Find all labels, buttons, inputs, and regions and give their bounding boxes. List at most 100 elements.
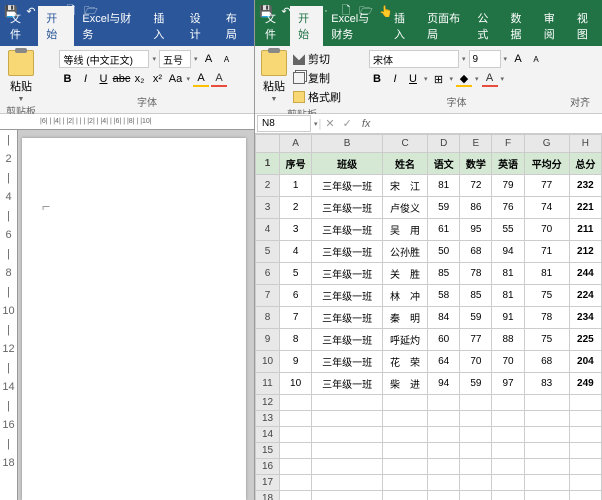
cell[interactable] [492, 491, 524, 500]
cell[interactable]: 三年级一班 [312, 307, 383, 329]
row-header[interactable]: 9 [256, 329, 280, 351]
col-header[interactable]: A [280, 135, 312, 153]
chevron-down-icon[interactable]: ▾ [423, 75, 429, 83]
font-color-button[interactable]: A [211, 71, 227, 87]
header-cell[interactable]: 总分 [569, 153, 601, 175]
row-header[interactable]: 18 [256, 491, 280, 500]
cell[interactable]: 60 [428, 329, 460, 351]
cell[interactable]: 林 冲 [383, 285, 428, 307]
cell[interactable] [460, 427, 492, 443]
cell[interactable]: 3 [280, 219, 312, 241]
grow-font-icon[interactable]: A [201, 51, 217, 67]
cell[interactable] [428, 443, 460, 459]
cell[interactable]: 95 [460, 219, 492, 241]
bold-button[interactable]: B [59, 71, 75, 87]
cell[interactable] [383, 411, 428, 427]
cell[interactable]: 91 [492, 307, 524, 329]
cell[interactable]: 三年级一班 [312, 373, 383, 395]
cell[interactable]: 三年级一班 [312, 329, 383, 351]
tab-3[interactable]: 插入 [386, 6, 419, 46]
superscript-button[interactable]: x² [149, 71, 165, 87]
cell[interactable]: 5 [280, 263, 312, 285]
cell[interactable]: 68 [460, 241, 492, 263]
cell[interactable]: 77 [524, 175, 569, 197]
cell[interactable]: 81 [492, 263, 524, 285]
cell[interactable]: 公孙胜 [383, 241, 428, 263]
cell[interactable]: 花 荣 [383, 351, 428, 373]
header-cell[interactable]: 数学 [460, 153, 492, 175]
cell[interactable] [460, 395, 492, 411]
cell[interactable] [383, 491, 428, 500]
tab-1[interactable]: 开始 [38, 6, 74, 46]
row-header[interactable]: 2 [256, 175, 280, 197]
cell[interactable] [383, 459, 428, 475]
chevron-down-icon[interactable]: ▾ [185, 75, 191, 83]
cell[interactable]: 234 [569, 307, 601, 329]
cell[interactable] [383, 443, 428, 459]
cell[interactable] [569, 491, 601, 500]
tab-4[interactable]: 页面布局 [419, 6, 469, 46]
chevron-down-icon[interactable]: ▾ [461, 55, 467, 63]
cell[interactable] [312, 459, 383, 475]
cell[interactable] [569, 459, 601, 475]
name-box[interactable] [257, 115, 311, 132]
cell[interactable]: 221 [569, 197, 601, 219]
cell[interactable]: 三年级一班 [312, 263, 383, 285]
shrink-font-icon[interactable]: A [219, 51, 235, 67]
cell[interactable]: 86 [460, 197, 492, 219]
border-button[interactable]: ⊞ [431, 71, 447, 87]
fx-icon[interactable]: fx [356, 118, 377, 130]
highlight-button[interactable]: A [193, 71, 209, 87]
cell[interactable] [524, 395, 569, 411]
italic-button[interactable]: I [387, 71, 403, 87]
col-header[interactable]: H [569, 135, 601, 153]
cell[interactable] [312, 427, 383, 443]
tab-0[interactable]: 文件 [257, 6, 290, 46]
cell[interactable] [280, 411, 312, 427]
row-header[interactable]: 4 [256, 219, 280, 241]
document-page[interactable]: ⌐ [22, 138, 246, 500]
cell[interactable]: 72 [460, 175, 492, 197]
cell[interactable]: 232 [569, 175, 601, 197]
format-painter-button[interactable]: 格式刷 [291, 88, 343, 106]
cell[interactable]: 75 [524, 329, 569, 351]
cell[interactable]: 70 [460, 351, 492, 373]
cell[interactable]: 79 [492, 175, 524, 197]
tab-5[interactable]: 布局 [218, 6, 254, 46]
header-cell[interactable]: 姓名 [383, 153, 428, 175]
cell[interactable] [492, 395, 524, 411]
cell[interactable]: 55 [492, 219, 524, 241]
cell[interactable] [383, 427, 428, 443]
cell[interactable] [492, 475, 524, 491]
row-header[interactable]: 17 [256, 475, 280, 491]
chevron-down-icon[interactable]: ▼ [270, 96, 279, 103]
tab-1[interactable]: 开始 [290, 6, 323, 46]
cell[interactable]: 三年级一班 [312, 241, 383, 263]
cell[interactable] [492, 411, 524, 427]
cell[interactable]: 211 [569, 219, 601, 241]
cell[interactable]: 94 [492, 241, 524, 263]
cell[interactable] [428, 395, 460, 411]
cell[interactable]: 68 [524, 351, 569, 373]
cell[interactable]: 呼延灼 [383, 329, 428, 351]
subscript-button[interactable]: x₂ [131, 71, 147, 87]
row-header[interactable]: 1 [256, 153, 280, 175]
cell[interactable] [460, 443, 492, 459]
chevron-down-icon[interactable]: ▾ [503, 55, 509, 63]
cell[interactable] [383, 475, 428, 491]
paste-button[interactable]: 粘贴 ▼ [8, 50, 34, 103]
cell[interactable] [428, 459, 460, 475]
chevron-down-icon[interactable]: ▾ [151, 55, 157, 63]
row-header[interactable]: 12 [256, 395, 280, 411]
cell[interactable] [569, 427, 601, 443]
shrink-font-icon[interactable]: A [528, 51, 544, 67]
header-cell[interactable]: 序号 [280, 153, 312, 175]
cell[interactable]: 70 [492, 351, 524, 373]
cell[interactable] [569, 411, 601, 427]
row-header[interactable]: 16 [256, 459, 280, 475]
underline-button[interactable]: U [405, 71, 421, 87]
font-name-select[interactable] [59, 50, 149, 68]
cell[interactable]: 88 [492, 329, 524, 351]
cell[interactable]: 三年级一班 [312, 197, 383, 219]
chevron-down-icon[interactable]: ▾ [474, 75, 480, 83]
